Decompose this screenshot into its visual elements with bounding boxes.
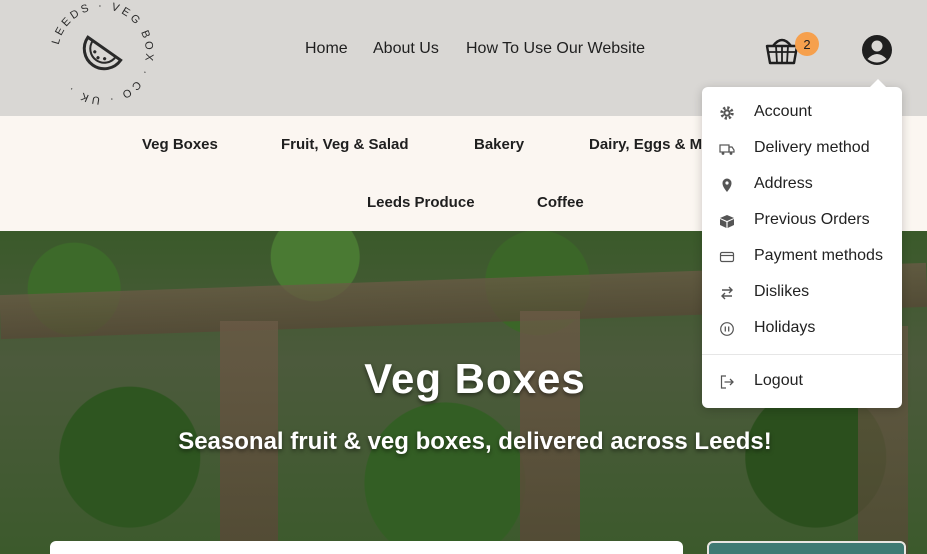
- menu-item-label: Logout: [754, 372, 803, 389]
- menu-item-delivery-method[interactable]: Delivery method: [702, 131, 902, 167]
- nav-about-link[interactable]: About Us: [373, 40, 439, 58]
- nav-how-to-link[interactable]: How To Use Our Website: [466, 40, 645, 58]
- logo-ring-text: LEEDS · VEG BOX · CO · UK ·: [50, 0, 152, 106]
- menu-item-label: Account: [754, 103, 812, 120]
- basket-count-badge: 2: [795, 32, 819, 56]
- category-fruit-veg-salad[interactable]: Fruit, Veg & Salad: [281, 136, 409, 153]
- credit-card-icon: [719, 251, 735, 263]
- hero-subtitle: Seasonal fruit & veg boxes, delivered ac…: [178, 428, 772, 455]
- menu-item-label: Delivery method: [754, 139, 870, 156]
- menu-item-label: Previous Orders: [754, 211, 870, 228]
- swap-arrows-icon: [721, 286, 733, 300]
- logout-icon: [720, 375, 734, 389]
- gear-icon: [720, 106, 734, 120]
- pause-icon: [720, 322, 734, 336]
- menu-item-label: Holidays: [754, 319, 816, 336]
- search-button[interactable]: [707, 541, 906, 554]
- menu-divider: [702, 354, 902, 355]
- account-icon[interactable]: [861, 34, 893, 66]
- menu-item-address[interactable]: Address: [702, 167, 902, 203]
- truck-icon: [719, 144, 735, 155]
- veg-box-logo[interactable]: LEEDS · VEG BOX · CO · UK ·: [44, 0, 160, 106]
- menu-item-account[interactable]: Account: [702, 95, 902, 131]
- menu-item-label: Address: [754, 175, 813, 192]
- menu-item-holidays[interactable]: Holidays: [702, 311, 902, 347]
- menu-item-previous-orders[interactable]: Previous Orders: [702, 203, 902, 239]
- basket-icon[interactable]: [764, 32, 800, 68]
- category-coffee[interactable]: Coffee: [537, 194, 584, 211]
- category-veg-boxes[interactable]: Veg Boxes: [142, 136, 218, 153]
- menu-item-label: Dislikes: [754, 283, 810, 300]
- category-bakery[interactable]: Bakery: [474, 136, 524, 153]
- menu-item-label: Payment methods: [754, 247, 883, 264]
- nav-home-link[interactable]: Home: [305, 40, 348, 58]
- category-dairy-eggs[interactable]: Dairy, Eggs & M: [589, 136, 702, 153]
- postcode-search-input[interactable]: [50, 541, 683, 554]
- location-pin-icon: [722, 178, 732, 192]
- watermelon-icon: [82, 35, 123, 71]
- category-leeds-produce[interactable]: Leeds Produce: [367, 194, 475, 211]
- account-dropdown-menu: Account Delivery method Address Previous…: [702, 79, 902, 408]
- menu-item-logout[interactable]: Logout: [702, 364, 902, 400]
- boxes-icon: [720, 215, 734, 228]
- svg-text:LEEDS · VEG BOX · CO · UK ·: LEEDS · VEG BOX · CO · UK ·: [50, 0, 155, 106]
- menu-item-dislikes[interactable]: Dislikes: [702, 275, 902, 311]
- menu-item-payment-methods[interactable]: Payment methods: [702, 239, 902, 275]
